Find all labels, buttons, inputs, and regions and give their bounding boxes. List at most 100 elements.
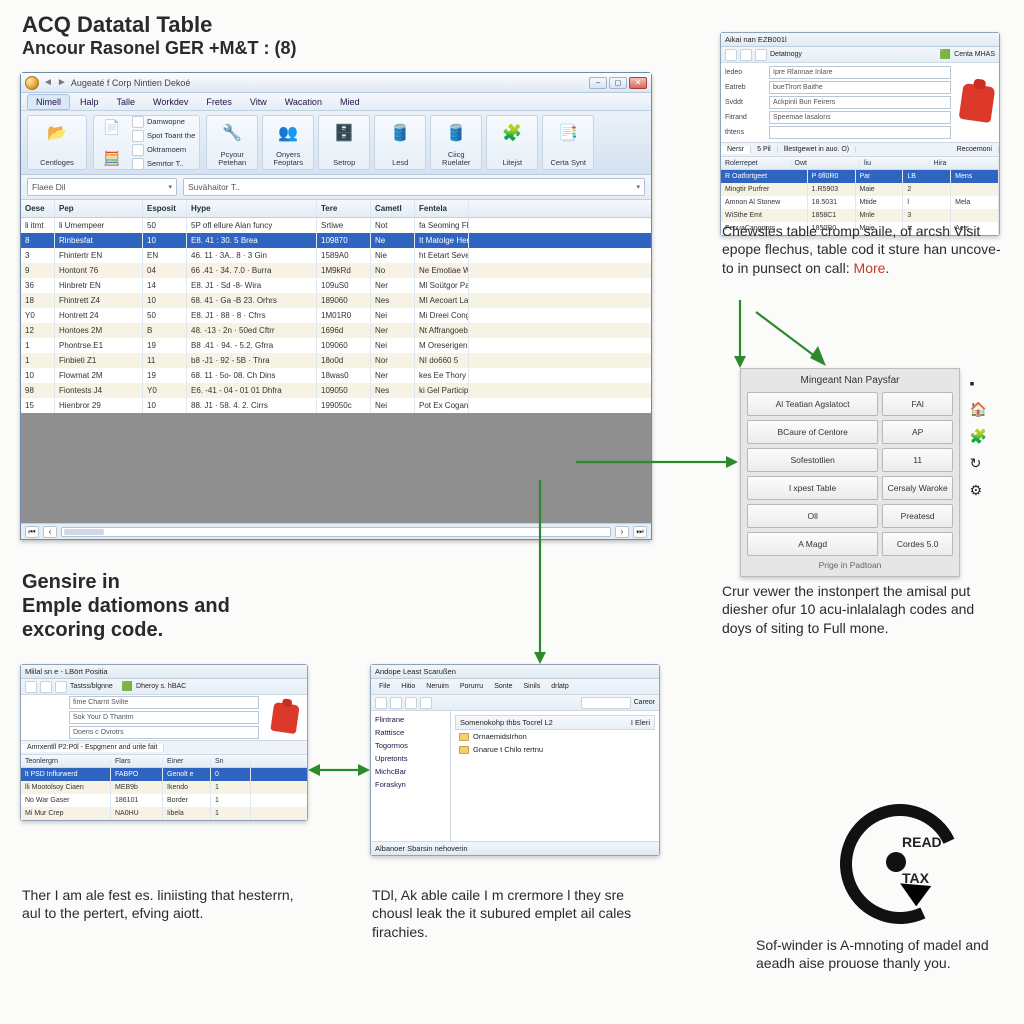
minimize-button[interactable]: – [589, 77, 607, 89]
ribbon-button[interactable]: 🗄️Setrop [318, 115, 370, 170]
text-field[interactable]: fime Charnt Svilte [69, 696, 259, 709]
menu-item[interactable]: Talle [109, 95, 144, 109]
text-field[interactable]: Ipre Rlannae Inlare [769, 66, 951, 79]
refresh-icon[interactable]: ↻ [970, 455, 987, 472]
menu-item[interactable]: File [375, 683, 394, 690]
titlebar[interactable]: ◄ ► Augeaté f Corp Nintien Dekoé – ◻ ✕ [21, 73, 651, 93]
mini-icon[interactable] [132, 158, 144, 170]
table-row[interactable]: 12Hontoes 2MB48. -13 · 2n · 50ed Cftrr16… [21, 323, 651, 338]
dialog-button[interactable]: 11 [882, 448, 953, 472]
nav-item[interactable]: Ratttisce [375, 728, 446, 737]
nav-back-icon[interactable]: ◄ [43, 77, 53, 88]
dialog-button[interactable]: Oll [747, 504, 878, 528]
dialog-button[interactable]: l xpest Table [747, 476, 878, 500]
table-row[interactable]: 8Rinbesfat10E8. 41 : 30. 5 Brea109870NeI… [21, 233, 651, 248]
tool-icon[interactable] [40, 681, 52, 693]
column-header[interactable]: Pep [55, 200, 143, 217]
menu-item[interactable]: Fretes [198, 95, 240, 109]
column-header[interactable]: Einer [163, 758, 211, 765]
tool-icon[interactable] [755, 49, 767, 61]
menu-item[interactable]: Neruim [422, 683, 453, 690]
ribbon-button[interactable]: 🔧Pcyour Petehan [206, 115, 258, 170]
dialog-button[interactable]: AP [882, 420, 953, 444]
tool-icon[interactable] [725, 49, 737, 61]
tool-icon[interactable] [25, 681, 37, 693]
text-field[interactable]: Ackpinli Bun Feirers [769, 96, 951, 109]
menu-item[interactable]: Porurru [456, 683, 487, 690]
table-row[interactable]: 98Fiontests J4Y0E6. -41 - 04 - 01 01 Dhf… [21, 383, 651, 398]
table-row[interactable]: 3Fhintertr ENEN46. 11 · 3A.. 8 · 3 Gin15… [21, 248, 651, 263]
dialog-button[interactable]: Cordes 5.0 [882, 532, 953, 556]
column-header[interactable]: Hype [187, 200, 317, 217]
document-icon[interactable]: 📄 [98, 113, 126, 141]
mini-icon[interactable] [132, 144, 144, 156]
ribbon-small-item[interactable]: Oktramoem [132, 144, 195, 156]
table-row[interactable]: Amnon Al Stonew18.5031MtidelMela [721, 196, 999, 209]
scroll-left-icon[interactable]: ‹ [43, 526, 57, 538]
text-field[interactable]: Speemae lasalons [769, 111, 951, 124]
nav-item[interactable]: Foraskyn [375, 780, 446, 789]
menu-item[interactable]: Vitw [242, 95, 275, 109]
nav-item[interactable]: Togormos [375, 741, 446, 750]
text-field[interactable]: bueTlrort Baithe [769, 81, 951, 94]
text-field[interactable]: Doens c Ovrotrs [69, 726, 259, 739]
nav-item[interactable]: Upretonts [375, 754, 446, 763]
horizontal-scrollbar[interactable]: ⏮ ‹ › ⏭ [21, 523, 651, 539]
file-item[interactable]: OrnaemidsIrhon [455, 730, 655, 743]
ribbon-small-item[interactable]: Spot Toant the [132, 130, 195, 142]
menu-item[interactable]: Workdev [145, 95, 196, 109]
close-button[interactable]: ✕ [629, 77, 647, 89]
column-header[interactable]: Flars [111, 758, 163, 765]
mini-titlebar[interactable]: Mlilal sn e - LBört Positia [21, 665, 307, 679]
menu-item[interactable]: Nimell [27, 94, 70, 110]
table-row[interactable]: lt PSD InflurwerdFABPOGenolt e0 [21, 768, 307, 781]
scroll-first-icon[interactable]: ⏮ [25, 526, 39, 538]
mini-titlebar[interactable]: Andope Least Scarußen [371, 665, 659, 679]
nav-item[interactable]: MichcBar [375, 767, 446, 776]
text-field[interactable]: Sok Your D Thantm [69, 711, 259, 724]
ribbon-button[interactable]: 📑Certa Synt [542, 115, 594, 170]
dialog-button[interactable]: Al Teatian Agslatoct [747, 392, 878, 416]
menu-item[interactable]: Wacation [277, 95, 330, 109]
table-row[interactable]: lli Mootolsoy CiaenMEB9bIkendo1 [21, 781, 307, 794]
table-row[interactable]: li itmtli Umempeer505P ofl ellure Alan f… [21, 218, 651, 233]
text-field[interactable] [769, 126, 951, 139]
scroll-track[interactable] [61, 527, 611, 537]
green-box-icon[interactable]: 🟩 [940, 49, 951, 60]
dialog-button[interactable]: A Magd [747, 532, 878, 556]
menu-item[interactable]: drlatp [547, 683, 573, 690]
column-header[interactable]: liu [860, 160, 930, 167]
tool-icon[interactable] [55, 681, 67, 693]
column-header[interactable]: Esposit [143, 200, 187, 217]
table-row[interactable]: 10Flowmat 2M1968. 11 · 5o- 08. Ch Dins18… [21, 368, 651, 383]
data-grid[interactable]: OesePepEspositHypeTereCametlFentela li i… [21, 200, 651, 539]
dialog-button[interactable]: Preatesd [882, 504, 953, 528]
office-orb-icon[interactable] [25, 76, 39, 90]
mini-icon[interactable] [132, 130, 144, 142]
scroll-last-icon[interactable]: ⏭ [633, 526, 647, 538]
ribbon-small-item[interactable]: Semrtor T.. [132, 158, 195, 170]
tab[interactable]: lllestgewet in auo. O) [778, 146, 856, 153]
tool-icon[interactable] [740, 49, 752, 61]
target-icon[interactable]: ▪ [970, 375, 987, 391]
green-box-icon[interactable]: 🟩 [122, 681, 133, 692]
table-row[interactable]: Mi Mur CrepNA0HUIibela1 [21, 807, 307, 820]
filter-dropdown-2[interactable]: Suvähaitor T..▾ [183, 178, 645, 196]
column-header[interactable]: Rolerrepet [721, 160, 791, 167]
table-row[interactable]: 9Hontont 760466 .41 · 34. 7.0 · Burra1M9… [21, 263, 651, 278]
table-row[interactable]: R OatfortgeetP 6fl0R0ParLBMens [721, 170, 999, 183]
pivot-icon[interactable]: 🧮 [98, 144, 126, 172]
home-icon[interactable]: 🏠 [970, 401, 987, 418]
column-header[interactable]: Tere [317, 200, 371, 217]
table-row[interactable]: No War Gaser186101Border1 [21, 794, 307, 807]
ribbon-button[interactable]: 🛢️Ciicg Ruelater [430, 115, 482, 170]
folder-open-icon[interactable]: 📂 [43, 119, 71, 147]
ribbon-button[interactable]: 👥Onyers Feoptars [262, 115, 314, 170]
tool-icon[interactable] [375, 697, 387, 709]
section-tab[interactable]: Amrxentll P2:P0l - Espgmenr and urite fa… [21, 744, 164, 752]
scroll-thumb[interactable] [64, 529, 104, 535]
dialog-button[interactable]: Sofestotlien [747, 448, 878, 472]
gear-icon[interactable]: ⚙ [970, 482, 987, 499]
column-header[interactable]: Hira [930, 160, 1000, 167]
ribbon-button[interactable]: 🧩Litejst [486, 115, 538, 170]
